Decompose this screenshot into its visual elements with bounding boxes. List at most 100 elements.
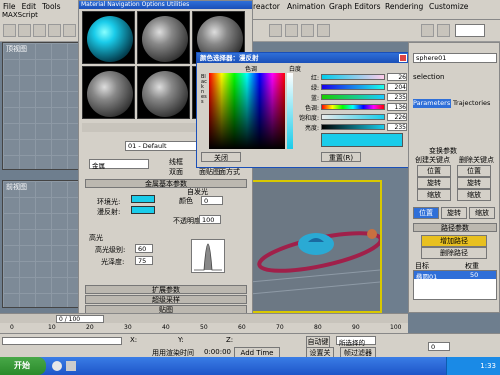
unlink-icon[interactable] bbox=[48, 24, 61, 37]
sample-slot-4[interactable] bbox=[82, 66, 135, 119]
sample-slot-2[interactable] bbox=[137, 11, 190, 64]
menu-rendering[interactable]: Rendering bbox=[382, 0, 426, 13]
link-icon[interactable] bbox=[33, 24, 46, 37]
material-name-field[interactable]: 01 - Default bbox=[125, 141, 205, 151]
color-row-value[interactable]: 26 bbox=[387, 73, 407, 81]
color-row-value[interactable]: 235 bbox=[387, 93, 407, 101]
hue-blackness-field[interactable] bbox=[209, 73, 285, 149]
view-dropdown[interactable] bbox=[455, 24, 485, 37]
self-illum-value[interactable]: 0 bbox=[201, 196, 223, 205]
delete-key-label: 删除关键点 bbox=[459, 156, 494, 164]
color-row-value[interactable]: 136 bbox=[387, 103, 407, 111]
delete-position-button[interactable]: 位置 bbox=[457, 165, 491, 177]
close-button[interactable]: 关闭 bbox=[201, 152, 241, 162]
color-row-2: 蓝: 235 bbox=[297, 93, 409, 102]
color-row-slider[interactable] bbox=[321, 124, 385, 130]
checkbox-two-sided[interactable]: 双面 bbox=[169, 167, 183, 177]
quicklaunch-ie-icon[interactable] bbox=[52, 361, 62, 371]
material-editor-icon[interactable] bbox=[421, 24, 434, 37]
taskbar: 开始 1:33 bbox=[0, 357, 500, 375]
time-slider[interactable]: 0 / 100 bbox=[0, 313, 408, 323]
curve-editor-icon[interactable] bbox=[301, 24, 314, 37]
object-name-field[interactable]: sphere01 bbox=[413, 53, 497, 63]
render-icon[interactable] bbox=[269, 24, 282, 37]
shader-dropdown[interactable]: 金属 bbox=[89, 159, 149, 170]
delete-rotation-button[interactable]: 旋转 bbox=[457, 177, 491, 189]
mat-menu-navigation[interactable]: Navigation bbox=[107, 1, 139, 8]
sample-slot-1[interactable] bbox=[82, 11, 135, 64]
checkbox-face-map[interactable]: 面贴图 bbox=[199, 167, 220, 177]
track-bar[interactable]: 0 10 20 30 40 50 60 70 80 90 100 bbox=[0, 323, 408, 333]
rollout-extended[interactable]: 扩展参数 bbox=[85, 285, 247, 294]
color-row-value[interactable]: 235 bbox=[387, 123, 407, 131]
redo-icon[interactable] bbox=[18, 24, 31, 37]
whiteness-slider[interactable] bbox=[287, 73, 293, 149]
rotation-tab-button[interactable]: 旋转 bbox=[441, 207, 467, 219]
color-row-slider[interactable] bbox=[321, 104, 385, 110]
diffuse-swatch[interactable] bbox=[131, 206, 155, 214]
color-row-label: 亮度: bbox=[304, 125, 319, 132]
timeline-tick-label: 100 bbox=[390, 324, 402, 331]
add-path-button[interactable]: 增加路径 bbox=[421, 235, 487, 247]
ambient-swatch[interactable] bbox=[131, 195, 155, 203]
target-row[interactable]: 椭圆01 50 bbox=[414, 271, 496, 281]
opacity-value[interactable]: 100 bbox=[199, 215, 221, 224]
blackness-label: Blackness bbox=[201, 74, 207, 105]
mat-menu-utilities[interactable]: Utilities bbox=[167, 1, 190, 8]
color-row-slider[interactable] bbox=[321, 114, 385, 120]
spec-level-value[interactable]: 60 bbox=[135, 244, 153, 253]
basic-params-rollout[interactable]: 金属基本参数 bbox=[85, 179, 247, 188]
maxscript-listener[interactable] bbox=[2, 337, 122, 345]
color-row-3: 色调: 136 bbox=[297, 103, 409, 112]
sample-slot-5[interactable] bbox=[137, 66, 190, 119]
undo-icon[interactable] bbox=[3, 24, 16, 37]
selection-label: selection bbox=[413, 73, 445, 81]
menu-animation[interactable]: Animation bbox=[284, 0, 328, 13]
clock: 1:33 bbox=[480, 362, 496, 370]
current-frame-field[interactable]: 0 bbox=[428, 342, 450, 351]
schematic-icon[interactable] bbox=[317, 24, 330, 37]
color-checkbox[interactable]: 颜色 bbox=[179, 196, 193, 206]
timeline-tick-label: 10 bbox=[48, 324, 56, 331]
reset-button[interactable]: 重置(R) bbox=[321, 152, 361, 162]
timeline-tick-label: 70 bbox=[276, 324, 284, 331]
mat-menu-material[interactable]: Material bbox=[81, 1, 105, 8]
create-scale-button[interactable]: 缩放 bbox=[417, 189, 451, 201]
start-button[interactable]: 开始 bbox=[0, 357, 46, 375]
mat-menu-options[interactable]: Options bbox=[142, 1, 165, 8]
menu-maxscript[interactable]: MAXScript bbox=[2, 11, 38, 19]
render-scene-icon[interactable] bbox=[437, 24, 450, 37]
quick-render-icon[interactable] bbox=[285, 24, 298, 37]
timeline-tick-label: 80 bbox=[314, 324, 322, 331]
gloss-value[interactable]: 75 bbox=[135, 256, 153, 265]
color-row-slider[interactable] bbox=[321, 94, 385, 100]
select-icon[interactable] bbox=[63, 24, 76, 37]
color-row-value[interactable]: 226 bbox=[387, 113, 407, 121]
menu-graph-editors[interactable]: Graph Editors bbox=[326, 0, 384, 13]
tab-parameters[interactable]: Parameters bbox=[413, 99, 451, 108]
time-slider-thumb[interactable]: 0 / 100 bbox=[56, 315, 104, 323]
ie-logo-object bbox=[298, 233, 334, 255]
position-tab-button[interactable]: 位置 bbox=[413, 207, 439, 219]
create-position-button[interactable]: 位置 bbox=[417, 165, 451, 177]
quicklaunch-desktop-icon[interactable] bbox=[66, 361, 76, 371]
timeline-tick-label: 50 bbox=[200, 324, 208, 331]
delete-path-button[interactable]: 删除路径 bbox=[421, 247, 487, 259]
viewport-perspective[interactable] bbox=[248, 180, 383, 313]
delete-scale-button[interactable]: 缩放 bbox=[457, 189, 491, 201]
color-row-slider[interactable] bbox=[321, 74, 385, 80]
key-selection-dropdown[interactable]: 所选择的 bbox=[336, 336, 376, 347]
create-rotation-button[interactable]: 旋转 bbox=[417, 177, 451, 189]
checkbox-faceted[interactable]: 面方式 bbox=[219, 167, 240, 177]
scale-tab-button[interactable]: 缩放 bbox=[469, 207, 495, 219]
color-row-slider[interactable] bbox=[321, 84, 385, 90]
rollout-supersampling[interactable]: 超级采样 bbox=[85, 295, 247, 304]
checkbox-wire[interactable]: 线框 bbox=[169, 157, 183, 167]
menu-reactor[interactable]: reactor bbox=[250, 0, 283, 13]
tab-trajectories[interactable]: Trajectories bbox=[453, 99, 499, 108]
close-icon[interactable] bbox=[399, 54, 407, 62]
color-row-value[interactable]: 204 bbox=[387, 83, 407, 91]
menu-customize[interactable]: Customize bbox=[426, 0, 471, 13]
path-params-rollout[interactable]: 路径参数 bbox=[413, 223, 497, 232]
timeline-tick-label: 20 bbox=[86, 324, 94, 331]
